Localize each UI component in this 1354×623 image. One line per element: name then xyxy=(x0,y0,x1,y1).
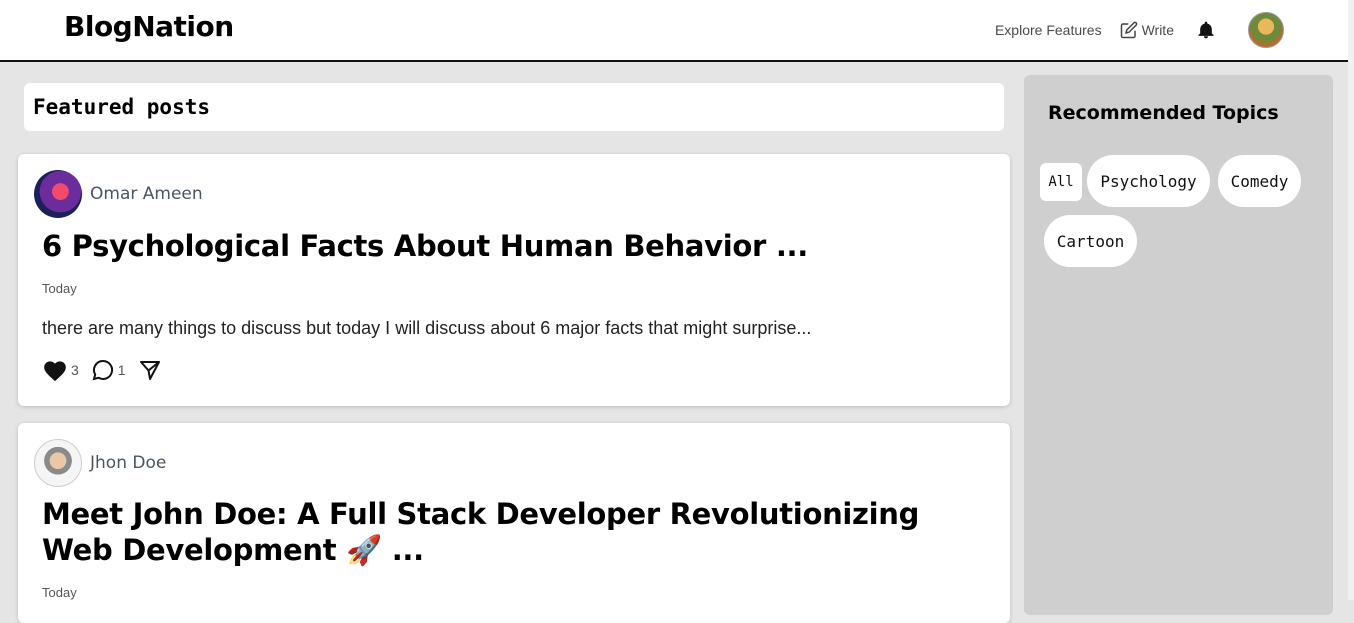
site-logo[interactable]: BlogNation xyxy=(64,10,234,43)
topic-chip-cartoon[interactable]: Cartoon xyxy=(1044,215,1137,267)
post-excerpt: there are many things to discuss but tod… xyxy=(42,318,812,338)
bell-icon xyxy=(1198,21,1214,39)
featured-posts-header: Featured posts xyxy=(24,83,1004,131)
nav-links: Explore Features Write xyxy=(995,0,1284,60)
post-author: Jhon Doe xyxy=(34,439,166,487)
topic-chip-psychology[interactable]: Psychology xyxy=(1087,155,1210,207)
send-icon xyxy=(139,361,160,380)
topic-chip-all[interactable]: All xyxy=(1040,163,1082,201)
author-name[interactable]: Jhon Doe xyxy=(90,453,166,473)
write-label: Write xyxy=(1141,22,1174,38)
post-actions: 3 1 xyxy=(42,358,174,382)
post-title[interactable]: 6 Psychological Facts About Human Behavi… xyxy=(42,228,962,264)
author-avatar[interactable] xyxy=(34,439,82,487)
topic-chip-comedy[interactable]: Comedy xyxy=(1218,155,1301,207)
edit-icon xyxy=(1120,21,1137,39)
heart-icon xyxy=(44,361,66,382)
recommended-topics-panel: Recommended Topics All Psychology Comedy… xyxy=(1024,75,1333,615)
scrollbar[interactable] xyxy=(1348,0,1354,600)
write-link[interactable]: Write xyxy=(1120,21,1174,39)
comment-count: 1 xyxy=(117,362,126,378)
share-button[interactable] xyxy=(138,358,162,382)
sidebar-title: Recommended Topics xyxy=(1048,102,1279,124)
notifications-button[interactable] xyxy=(1196,20,1216,40)
top-navbar: BlogNation Explore Features Write xyxy=(0,0,1354,62)
post-author: Omar Ameen xyxy=(34,170,203,218)
explore-features-link[interactable]: Explore Features xyxy=(995,22,1102,38)
author-avatar[interactable] xyxy=(34,170,82,218)
post-card[interactable]: Omar Ameen 6 Psychological Facts About H… xyxy=(18,154,1010,406)
featured-posts-title: Featured posts xyxy=(33,95,211,119)
post-date: Today xyxy=(42,585,77,600)
post-date: Today xyxy=(42,281,77,296)
like-count: 3 xyxy=(71,362,79,378)
user-avatar[interactable] xyxy=(1248,12,1284,48)
post-title[interactable]: Meet John Doe: A Full Stack Developer Re… xyxy=(42,496,962,568)
post-card[interactable]: Jhon Doe Meet John Doe: A Full Stack Dev… xyxy=(18,423,1010,623)
author-name[interactable]: Omar Ameen xyxy=(90,184,203,204)
comment-button[interactable]: 1 xyxy=(91,358,126,382)
like-button[interactable]: 3 xyxy=(42,358,79,382)
comment-icon xyxy=(92,359,113,381)
